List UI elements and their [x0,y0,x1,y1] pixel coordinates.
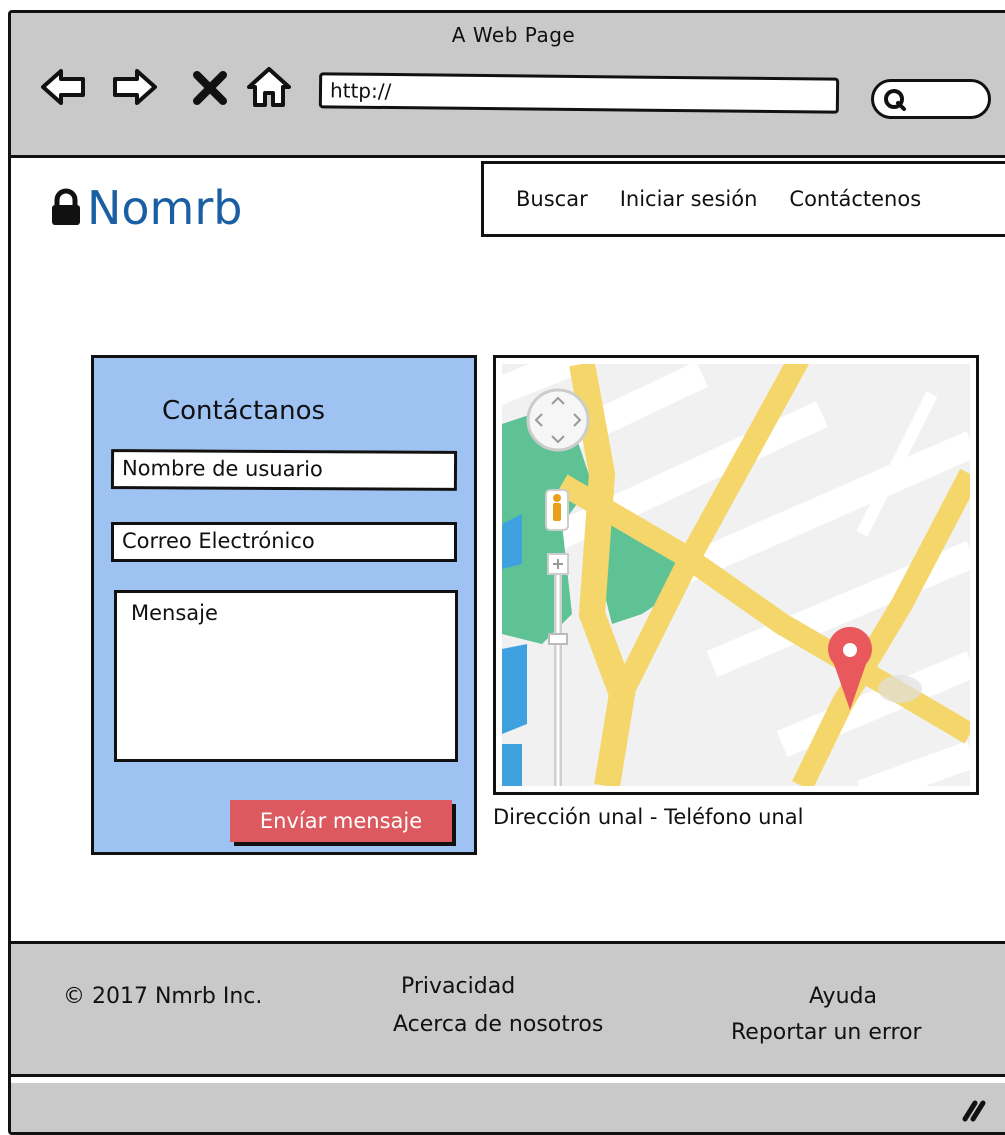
browser-window: A Web Page http:// Nomrb Buscar Iniciar … [8,10,1005,1135]
lock-icon [52,188,80,225]
url-bar[interactable]: http:// [318,72,840,114]
logo-text: Nomrb [87,181,243,235]
forward-arrow-icon[interactable] [111,63,159,111]
footer-link-privacy[interactable]: Privacidad [401,974,515,999]
send-message-button[interactable]: Envíar mensaje [230,800,452,842]
window-title: A Web Page [451,23,576,47]
browser-chrome: A Web Page http:// [11,13,1005,158]
username-field[interactable]: Nombre de usuario [110,449,458,491]
footer-copyright: © 2017 Nmrb Inc. [63,984,263,1009]
site-logo[interactable]: Nomrb [49,181,242,235]
back-arrow-icon[interactable] [39,63,87,111]
home-icon[interactable] [245,63,293,111]
browser-search-field[interactable] [871,79,991,119]
browser-status-bar [11,1083,1005,1132]
street-view-pegman-icon[interactable] [545,489,569,531]
contact-form-panel: Contáctanos Nombre de usuario Correo Ele… [91,355,477,855]
top-navigation: Buscar Iniciar sesión Contáctenos [481,161,1005,237]
nav-item-iniciar-sesion[interactable]: Iniciar sesión [620,187,758,211]
footer-link-report-error[interactable]: Reportar un error [731,1020,922,1045]
footer-link-about[interactable]: Acerca de nosotros [393,1012,603,1037]
map-canvas[interactable] [502,364,970,786]
search-icon [884,89,906,111]
location-map[interactable] [493,355,979,795]
footer-link-help[interactable]: Ayuda [809,984,877,1009]
nav-item-buscar[interactable]: Buscar [516,187,588,211]
map-pan-control[interactable] [526,388,590,452]
contact-form-title: Contáctanos [162,396,326,426]
url-text: http:// [329,78,392,104]
stop-icon[interactable] [191,63,229,111]
nav-item-contactenos[interactable]: Contáctenos [789,187,921,211]
footer: © 2017 Nmrb Inc. Privacidad Acerca de no… [11,941,1005,1077]
address-phone-caption: Dirección unal - Teléfono unal [493,805,804,829]
zoom-in-button[interactable] [547,553,569,575]
zoom-slider-handle[interactable] [548,633,568,645]
message-field[interactable]: Mensaje [114,590,458,762]
email-field[interactable]: Correo Electrónico [111,522,457,562]
resize-grip-icon[interactable] [959,1097,987,1123]
